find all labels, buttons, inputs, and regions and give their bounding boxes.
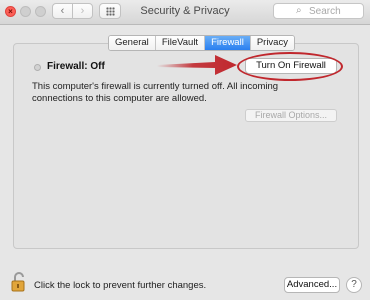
lock-instructions: Click the lock to prevent further change…	[34, 280, 207, 291]
grid-icon	[105, 6, 115, 16]
search-icon: ⌕	[296, 5, 302, 16]
title-bar: × ‹ › Security & Privacy ⌕ Search	[0, 0, 370, 25]
tab-privacy[interactable]: Privacy	[250, 36, 294, 50]
preferences-window: × ‹ › Security & Privacy ⌕ Search Genera…	[0, 0, 370, 300]
show-all-button[interactable]	[99, 3, 121, 19]
window-title: Security & Privacy	[140, 5, 230, 17]
firewall-status-label: Firewall: Off	[47, 61, 105, 72]
firewall-options-button[interactable]: Firewall Options...	[245, 109, 337, 122]
zoom-window-button[interactable]	[35, 6, 46, 17]
chevron-left-icon: ‹	[60, 5, 65, 17]
annotation-circle	[237, 52, 343, 81]
forward-button[interactable]: ›	[72, 3, 93, 19]
advanced-button[interactable]: Advanced...	[284, 277, 340, 293]
minimize-window-button[interactable]	[20, 6, 31, 17]
firewall-status-indicator	[34, 64, 41, 71]
help-button[interactable]: ?	[346, 277, 362, 293]
tab-firewall[interactable]: Firewall	[205, 36, 251, 50]
search-placeholder: Search	[309, 6, 341, 17]
close-x-icon: ×	[8, 7, 13, 16]
lock-icon[interactable]	[11, 271, 27, 293]
firewall-description: This computer's firewall is currently tu…	[32, 81, 279, 104]
back-button[interactable]: ‹	[52, 3, 73, 19]
tab-filevault[interactable]: FileVault	[155, 36, 206, 50]
annotation-arrow	[157, 55, 237, 75]
chevron-right-icon: ›	[80, 5, 85, 17]
tab-general[interactable]: General	[109, 36, 156, 50]
close-window-button[interactable]: ×	[5, 6, 16, 17]
tab-bar: General FileVault Firewall Privacy	[108, 35, 295, 51]
search-field[interactable]: ⌕ Search	[273, 3, 364, 19]
